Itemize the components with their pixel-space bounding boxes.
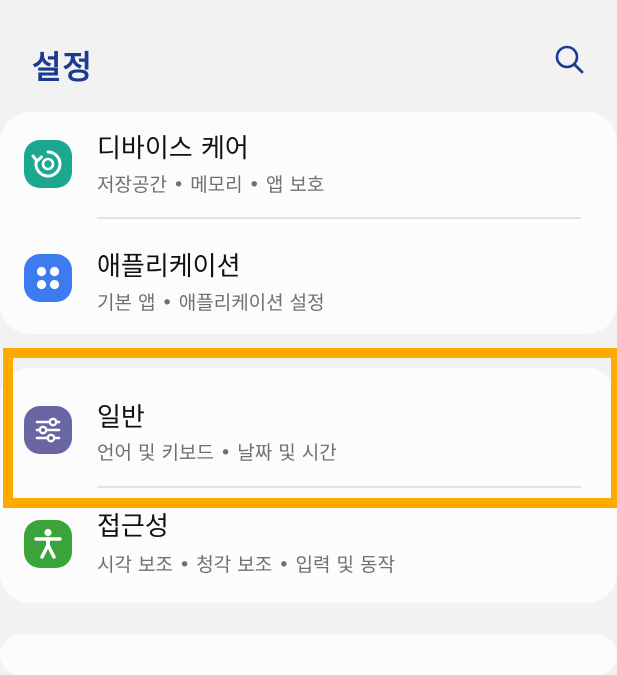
settings-item-device-care[interactable]: 디바이스 케어 저장공간 • 메모리 • 앱 보호 xyxy=(0,112,617,222)
apps-grid-icon xyxy=(24,254,72,302)
settings-card-1: 디바이스 케어 저장공간 • 메모리 • 앱 보호 애플리케이션 기본 앱 • … xyxy=(0,112,617,334)
accessibility-icon xyxy=(24,520,72,568)
settings-item-subtitle: 저장공간 • 메모리 • 앱 보호 xyxy=(97,174,325,196)
settings-card-3 xyxy=(0,635,617,675)
header: 설정 xyxy=(0,0,617,110)
search-button[interactable] xyxy=(550,40,590,80)
device-care-icon xyxy=(24,140,72,188)
settings-item-subtitle: 기본 앱 • 애플리케이션 설정 xyxy=(97,292,325,314)
page-title: 설정 xyxy=(32,48,93,86)
settings-item-subtitle: 시각 보조 • 청각 보조 • 입력 및 동작 xyxy=(97,554,395,576)
highlight-box xyxy=(3,348,617,508)
settings-item-title: 접근성 xyxy=(97,512,169,542)
search-icon xyxy=(555,45,584,74)
settings-item-title: 디바이스 케어 xyxy=(97,134,249,164)
settings-item-accessibility[interactable]: 접근성 시각 보조 • 청각 보조 • 입력 및 동작 xyxy=(0,492,617,602)
settings-item-title: 애플리케이션 xyxy=(97,252,241,282)
divider xyxy=(97,217,581,219)
settings-item-applications[interactable]: 애플리케이션 기본 앱 • 애플리케이션 설정 xyxy=(0,222,617,332)
